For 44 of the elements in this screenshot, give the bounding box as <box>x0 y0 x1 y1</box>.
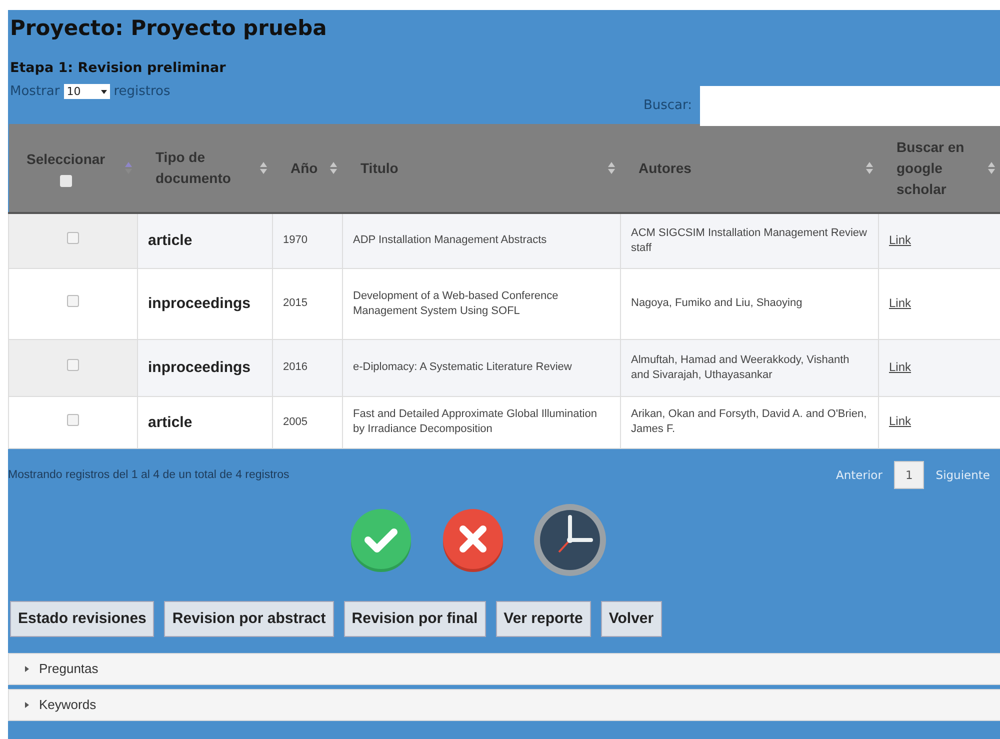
caret-icon <box>100 90 107 94</box>
table-cell: Almuftah, Hamad and Weerakkody, Vishanth and Sivarajah, Uthayasankar <box>620 339 878 396</box>
checkbox[interactable] <box>67 414 79 426</box>
scholar-link[interactable]: Link <box>889 296 912 310</box>
accept-icon[interactable] <box>349 508 413 572</box>
action-button[interactable]: Revision por abstract <box>164 600 334 636</box>
table-cell: 2016 <box>272 339 342 396</box>
action-button[interactable]: Estado revisiones <box>10 600 154 636</box>
page-size-select[interactable]: 10 <box>64 84 110 99</box>
page-title: Proyecto: Proyecto prueba <box>9 15 328 42</box>
label: Mostrar <box>10 84 60 99</box>
accordion-header[interactable]: Keywords <box>8 688 1000 720</box>
table-cell: ACM SIGCSIM Installation Management Review staff <box>620 213 878 268</box>
checkbox[interactable] <box>67 295 79 307</box>
table-cell: Development of a Web-based Conference Management System Using SOFL <box>342 268 620 339</box>
table-cell: Arikan, Okan and Forsyth, David A. and O'Brien, James F. <box>620 396 878 448</box>
clock-icon[interactable] <box>533 502 607 576</box>
table-cell: e-Diplomacy: A Systematic Literature Review <box>342 339 620 396</box>
table-cell: ADP Installation Management Abstracts <box>342 213 620 268</box>
search-label: Buscar: <box>643 98 692 112</box>
table-cell: inproceedings <box>138 339 272 396</box>
table-cell: 1970 <box>272 213 342 268</box>
accordion-header[interactable]: Preguntas <box>8 652 1000 684</box>
table-cell: 2005 <box>272 396 342 448</box>
table-cell: Fast and Detailed Approximate Global Illumination by Irradiance Decomposition <box>342 396 620 448</box>
scholar-link[interactable]: Link <box>889 232 912 247</box>
pagination-button[interactable]: 1 <box>894 460 924 488</box>
scholar-link[interactable]: Link <box>889 360 912 374</box>
action-button[interactable]: Volver <box>600 600 662 636</box>
action-button[interactable]: Revision por final <box>344 600 486 636</box>
table-info: Mostrando registros del 1 al 4 de un total de 4 registros <box>8 468 290 480</box>
table-cell: inproceedings <box>138 268 272 339</box>
checkbox[interactable] <box>67 359 79 371</box>
table-cell: article <box>138 213 272 268</box>
checkbox[interactable] <box>67 232 79 244</box>
table-cell: Nagoya, Fumiko and Liu, Shaoying <box>620 268 878 339</box>
scholar-link[interactable]: Link <box>889 414 912 428</box>
label: registros <box>114 84 170 99</box>
table-cell: 2015 <box>272 268 342 339</box>
stage-title: Etapa 1: Revision preliminar <box>9 59 227 76</box>
table-cell: article <box>138 396 272 448</box>
search-field[interactable] <box>700 86 1000 126</box>
close-icon[interactable] <box>441 508 505 572</box>
action-button[interactable]: Ver reporte <box>496 600 591 636</box>
